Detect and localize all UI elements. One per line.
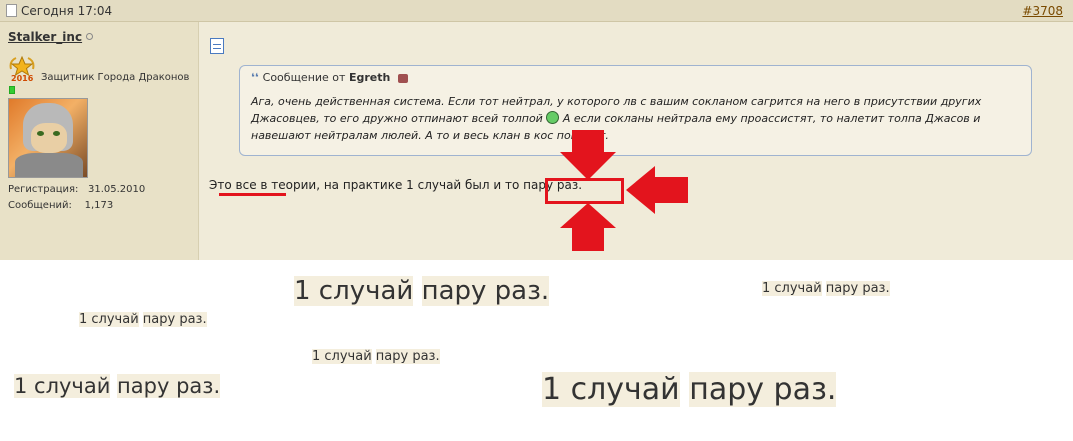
registration-label: Регистрация: [8, 184, 79, 195]
sample-couple-times: пару раз. [142, 312, 207, 327]
quote-block: ❛❛ Сообщение от Egreth Ага, очень действе… [239, 65, 1032, 156]
forum-post: Сегодня 17:04 #3708 Stalker_inc 2016 Защ… [0, 0, 1073, 260]
sample-one-case: 1 случай [762, 281, 822, 296]
quote-icon: ❛❛ [251, 71, 259, 84]
document-icon [6, 4, 17, 17]
author-sidebar: Stalker_inc 2016 Защитник Города Драконо… [0, 22, 199, 260]
sample-zoom: 1 случай пару раз. [762, 281, 890, 296]
author-rank: Защитник Города Драконов [41, 72, 190, 83]
author-username[interactable]: Stalker_inc [8, 30, 82, 44]
quote-text: Ага, очень действенная система. Если тот… [251, 93, 1021, 144]
sample-couple-times: пару раз. [421, 276, 550, 306]
red-underline [219, 193, 286, 196]
sample-one-case: 1 случай [312, 349, 372, 364]
sample-zoom: 1 случай пару раз. [79, 312, 207, 327]
sample-zoom: 1 случай пару раз. [312, 349, 440, 364]
sample-couple-times: пару раз. [689, 372, 837, 407]
avatar-armor [15, 153, 83, 177]
quote-header: ❛❛ Сообщение от Egreth [251, 71, 408, 84]
post-body: ❛❛ Сообщение от Egreth Ага, очень действе… [200, 22, 1073, 260]
sample-one-case: 1 случай [14, 374, 111, 398]
quote-prefix: Сообщение от [262, 71, 346, 84]
registration-date: 31.05.2010 [87, 184, 146, 195]
registration-info: Регистрация: 31.05.2010 [8, 184, 145, 195]
sample-couple-times: пару раз. [825, 281, 890, 296]
quote-author: Egreth [348, 71, 391, 84]
post-header: Сегодня 17:04 #3708 [0, 0, 1073, 22]
post-text-part2: был и то [461, 178, 524, 192]
avatar-eye [53, 131, 60, 136]
sample-zoom: 1 случай пару раз. [294, 276, 550, 306]
post-document-icon [210, 38, 224, 54]
sample-one-case: 1 случай [542, 372, 680, 407]
sample-one-case: 1 случай [79, 312, 139, 327]
sample-couple-times: пару раз. [375, 349, 440, 364]
messages-label: Сообщений: [8, 200, 72, 211]
post-date: Сегодня 17:04 [21, 4, 113, 18]
reputation-bar [9, 86, 15, 94]
goto-post-icon[interactable] [397, 73, 408, 83]
sample-zoom: 1 случай пару раз. [542, 372, 837, 407]
messages-info: Сообщений: 1,173 [8, 200, 113, 211]
red-highlight-box [545, 178, 624, 204]
post-message: Это все в теории, на практике 1 случай б… [209, 178, 582, 192]
post-number-link[interactable]: #3708 [1022, 0, 1063, 22]
highlight-one-case: 1 случай [406, 178, 462, 192]
avatar[interactable] [8, 98, 88, 178]
post-text-part1: Это все в теории, на практике [209, 178, 407, 192]
avatar-face [31, 123, 67, 153]
sample-couple-times: пару раз. [117, 374, 221, 398]
sample-zoom: 1 случай пару раз. [14, 374, 221, 398]
smiley-icon [546, 111, 560, 124]
medal-year: 2016 [11, 74, 34, 83]
messages-count: 1,173 [84, 200, 114, 211]
offline-status-icon [86, 33, 93, 40]
avatar-eye [37, 131, 44, 136]
sample-one-case: 1 случай [294, 276, 414, 306]
